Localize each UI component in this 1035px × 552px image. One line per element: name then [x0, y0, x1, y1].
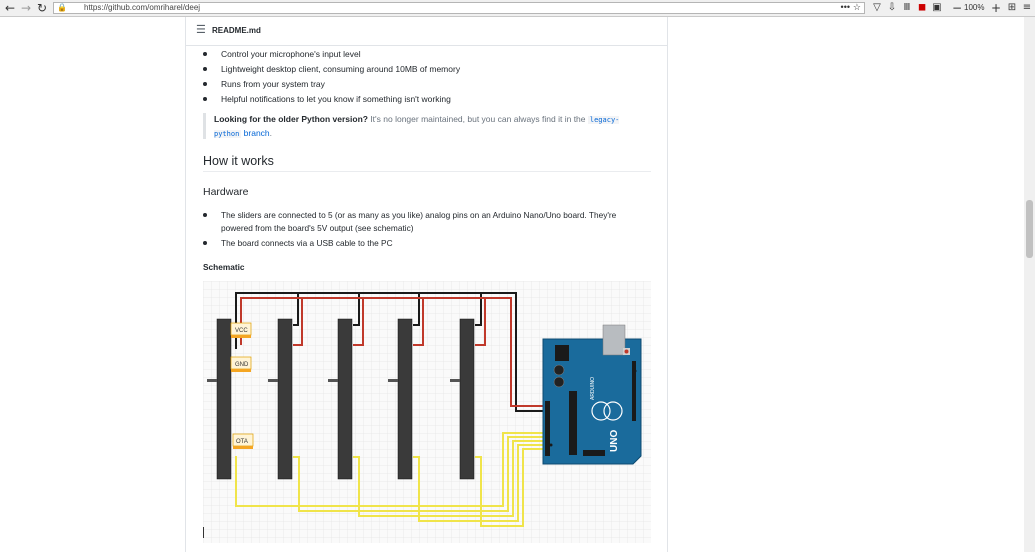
- bullet-icon: [203, 82, 207, 86]
- address-bar[interactable]: 🔒 https://github.com/omriharel/deej ••• …: [53, 2, 865, 14]
- downloads-icon[interactable]: ⇩: [885, 1, 899, 15]
- vcc-label: VCC: [235, 328, 248, 334]
- extension-icon[interactable]: ▣: [930, 1, 944, 15]
- readme-container: ☰ README.md Control your microphone's in…: [185, 17, 668, 552]
- library-icon[interactable]: Ⅲ: [900, 1, 914, 15]
- pocket-icon[interactable]: ▽: [870, 1, 884, 15]
- legacy-note-blockquote: Looking for the older Python version? It…: [203, 113, 633, 139]
- lock-icon: 🔒: [57, 3, 67, 12]
- text-caret: [203, 527, 204, 538]
- quote-text: It's no longer maintained, but you can a…: [367, 114, 588, 124]
- zoom-out-icon[interactable]: −: [950, 1, 964, 15]
- how-it-works-heading: How it works: [203, 153, 651, 172]
- bookmark-star-icon[interactable]: ☆: [853, 2, 861, 12]
- scrollbar-thumb[interactable]: [1026, 200, 1033, 258]
- bullet-icon: [203, 67, 207, 71]
- menu-icon[interactable]: ≡: [1020, 1, 1034, 15]
- bullet-icon: [203, 213, 207, 217]
- reload-icon[interactable]: ↻: [35, 1, 49, 15]
- ota-label: OTA: [236, 439, 248, 445]
- zoom-in-icon[interactable]: +: [989, 1, 1003, 15]
- gnd-label: GND: [235, 362, 249, 368]
- hardware-heading: Hardware: [203, 186, 249, 198]
- browser-toolbar: ← → ↻ 🔒 https://github.com/omriharel/dee…: [0, 0, 1035, 17]
- sidebar-icon[interactable]: ⊞: [1005, 1, 1019, 15]
- bullet-icon: [203, 97, 207, 101]
- readme-header: ☰ README.md: [186, 17, 667, 46]
- page-viewport: ☰ README.md Control your microphone's in…: [0, 17, 1035, 552]
- arduino-uno-text: UNO: [609, 430, 620, 452]
- list-icon[interactable]: ☰: [196, 24, 206, 36]
- legacy-branch-link[interactable]: branch: [244, 128, 270, 138]
- shield-icon[interactable]: ◼: [915, 1, 929, 15]
- schematic-image: VCC GND OTA UNO ARDUINO: [203, 281, 651, 543]
- zoom-level[interactable]: 100%: [964, 3, 984, 13]
- bullet-icon: [203, 52, 207, 56]
- arduino-brand-text: ARDUINO: [590, 377, 596, 400]
- readme-filename: README.md: [212, 26, 261, 35]
- quote-bold: Looking for the older Python version?: [214, 114, 368, 124]
- bullet-icon: [203, 241, 207, 245]
- page-scrollbar[interactable]: [1024, 17, 1035, 552]
- page-actions-icon[interactable]: •••: [841, 2, 850, 12]
- back-icon[interactable]: ←: [3, 1, 17, 15]
- schematic-heading: Schematic: [203, 262, 245, 272]
- url-text: https://github.com/omriharel/deej: [84, 3, 201, 12]
- forward-icon[interactable]: →: [19, 1, 33, 15]
